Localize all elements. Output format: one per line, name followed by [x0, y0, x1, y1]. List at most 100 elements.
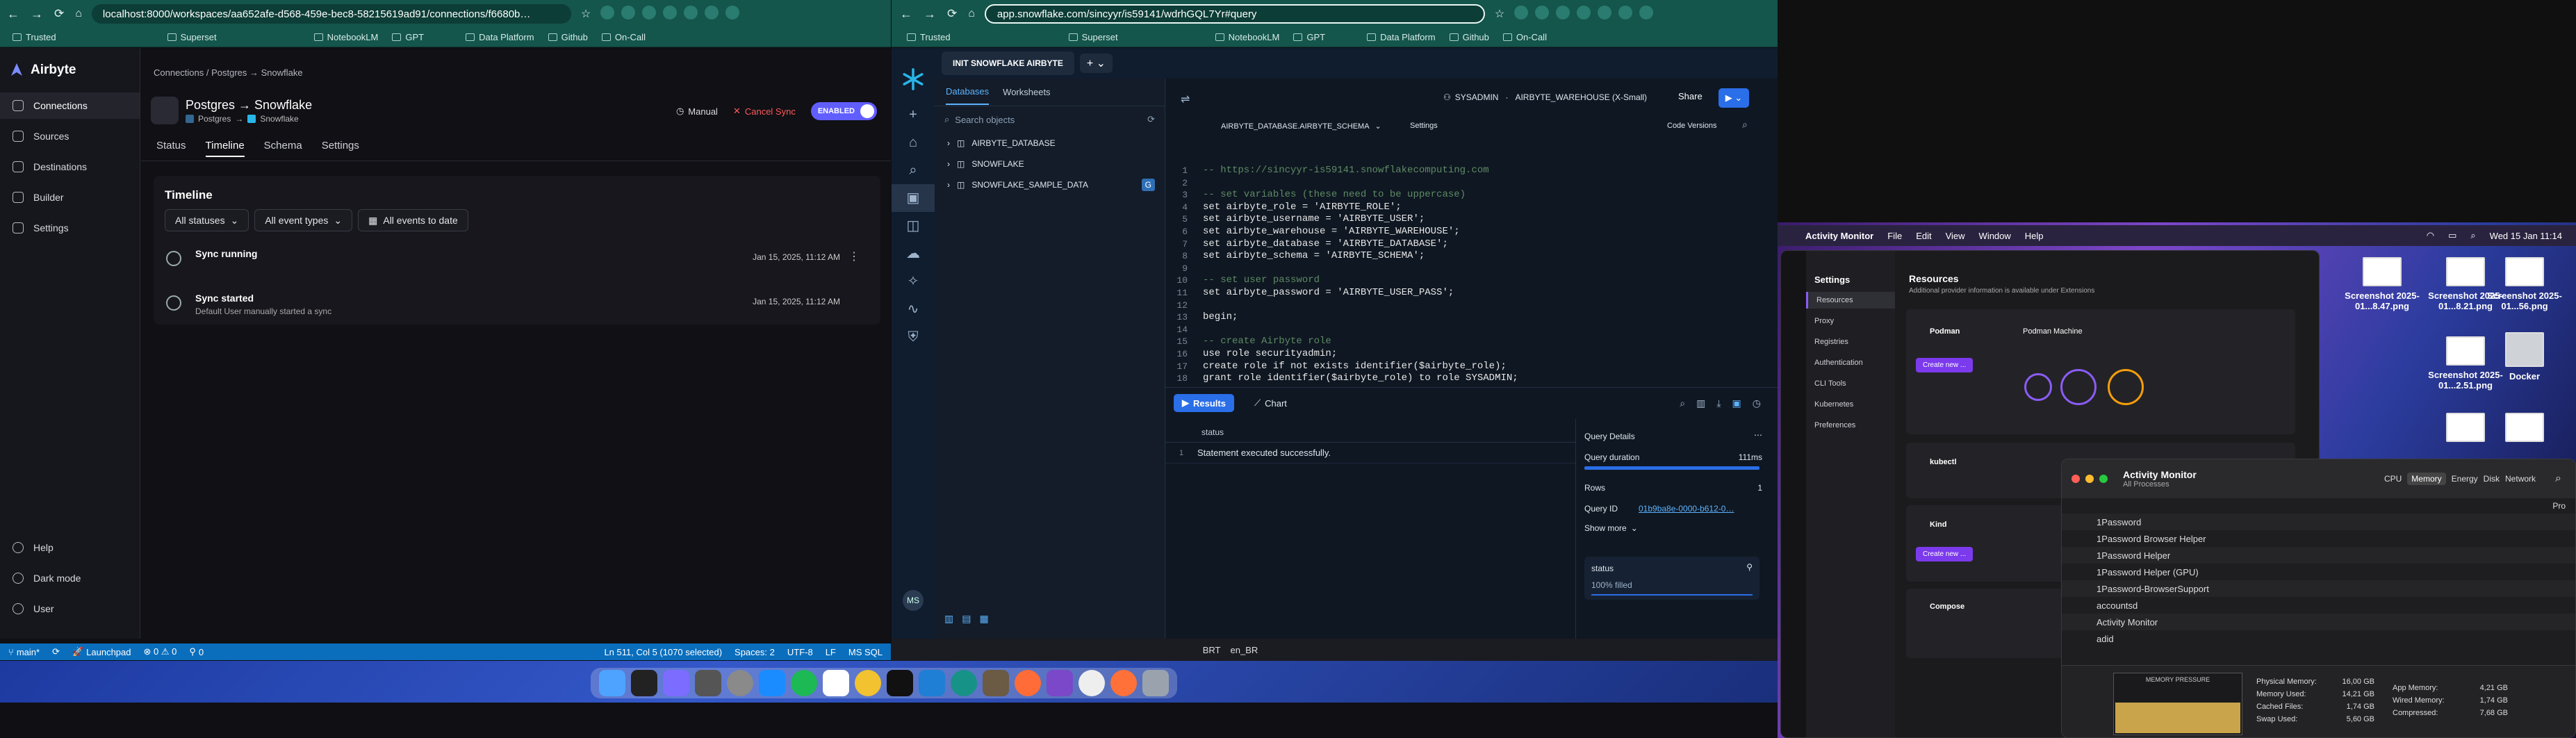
tab-settings[interactable]: Settings — [322, 140, 359, 151]
encoding[interactable]: UTF-8 — [787, 647, 813, 657]
filter-date-range[interactable]: ▦ All events to date — [358, 209, 468, 231]
create-new-button[interactable]: Create new ... — [1916, 547, 1974, 561]
translate-icon[interactable]: G — [1141, 179, 1155, 191]
app-icon[interactable] — [1078, 670, 1105, 696]
menu-edit[interactable]: Edit — [1916, 231, 1931, 241]
pin-icon[interactable]: ⚲ — [1746, 562, 1753, 572]
plus-icon[interactable]: + — [892, 101, 935, 129]
db-item[interactable]: › ◫ SNOWFLAKE_SAMPLE_DATA G — [935, 174, 1165, 195]
keyboard-locale[interactable]: en_BR — [1231, 645, 1258, 655]
launchpad[interactable]: 🚀 Launchpad — [72, 646, 131, 657]
columns-icon[interactable]: ▥ — [1696, 397, 1705, 409]
right-url-bar[interactable]: app.snowflake.com/sincyyr/is59141/wdrhGQ… — [984, 4, 1485, 24]
tab-worksheets[interactable]: Worksheets — [1003, 87, 1050, 97]
refresh-icon[interactable]: ⟳ — [1147, 114, 1155, 125]
home-icon[interactable]: ⌂ — [968, 8, 975, 20]
bookmark-github[interactable]: Github — [548, 32, 588, 42]
bookmark-superset[interactable]: Superset — [1068, 32, 1118, 42]
clock[interactable]: Wed 15 Jan 11:14 — [2490, 231, 2562, 241]
indentation[interactable]: Spaces: 2 — [735, 647, 775, 657]
settings-item-proxy[interactable]: Proxy — [1806, 309, 1895, 329]
process-row[interactable]: Activity Monitor — [2062, 614, 2575, 630]
shield-icon[interactable]: ⛨ — [892, 323, 935, 351]
vscode-icon[interactable] — [919, 670, 945, 696]
process-row[interactable]: accountsd — [2062, 597, 2575, 614]
back-icon[interactable]: ← — [7, 7, 19, 22]
tab-energy[interactable]: Energy — [2452, 474, 2478, 484]
cursor-position[interactable]: Ln 511, Col 5 (1070 selected) — [604, 647, 722, 657]
close-icon[interactable] — [2072, 475, 2080, 483]
tab-timeline[interactable]: Timeline — [205, 140, 245, 157]
battery-icon[interactable]: ▭ — [2448, 230, 2456, 241]
ports-count[interactable]: ⚲ 0 — [189, 646, 204, 657]
trash-icon[interactable] — [1142, 670, 1169, 696]
language-mode[interactable]: MS SQL — [848, 647, 883, 657]
bookmark-oncall[interactable]: On-Call — [601, 32, 646, 42]
nav-user[interactable]: User — [0, 596, 140, 622]
tab-disk[interactable]: Disk — [2484, 474, 2500, 484]
star-icon[interactable]: ☆ — [1495, 7, 1504, 21]
history-icon[interactable]: ◷ — [1753, 397, 1761, 409]
home-icon[interactable]: ⌂ — [892, 129, 935, 156]
chart-tab[interactable]: ⟋ Chart — [1254, 397, 1287, 409]
user-avatar[interactable]: MS — [903, 590, 924, 611]
panel-split-icon[interactable]: ▦ — [979, 613, 988, 625]
problems-count[interactable]: ⊗ 0 ⚠ 0 — [144, 646, 177, 657]
monitor-icon[interactable]: ∿ — [892, 295, 935, 323]
process-row[interactable]: 1Password Helper (GPU) — [2062, 564, 2575, 580]
iterm-icon[interactable] — [887, 670, 913, 696]
sync-icon[interactable]: ⟳ — [52, 646, 60, 657]
dbeaver-icon[interactable] — [983, 670, 1009, 696]
cancel-sync-button[interactable]: ✕ Cancel Sync — [733, 106, 796, 117]
code-editor[interactable]: 1 -- https://sincyyr-is59141.snowflakecom… — [1165, 134, 1778, 387]
launchpad-icon[interactable] — [663, 670, 689, 696]
eol[interactable]: LF — [826, 647, 836, 657]
tab-network[interactable]: Network — [2505, 474, 2536, 484]
process-row[interactable]: 1Password — [2062, 514, 2575, 530]
tab-status[interactable]: Status — [156, 140, 186, 151]
tab-databases[interactable]: Databases — [946, 79, 990, 105]
slack-icon[interactable] — [823, 670, 849, 696]
search-icon[interactable]: ⌕ — [892, 156, 935, 184]
back-icon[interactable]: ← — [900, 7, 912, 22]
filter-event-types[interactable]: All event types ⌄ — [254, 209, 353, 231]
terminal-icon[interactable] — [631, 670, 657, 696]
menu-file[interactable]: File — [1887, 231, 1902, 241]
settings-item-registries[interactable]: Registries — [1806, 329, 1895, 350]
database-icon[interactable]: ◫ — [892, 212, 935, 240]
bookmark-notebooklm[interactable]: NotebookLM — [313, 32, 378, 42]
nav-dark-mode[interactable]: Dark mode — [0, 565, 140, 591]
results-tab[interactable]: ▶ Results — [1174, 394, 1234, 412]
settings-item-kubernetes[interactable]: Kubernetes — [1806, 392, 1895, 413]
settings-item-preferences[interactable]: Preferences — [1806, 413, 1895, 434]
branch-label[interactable]: ⑂ main* — [8, 647, 40, 657]
add-tab-button[interactable]: + ⌄ — [1079, 54, 1113, 73]
share-button[interactable]: Share — [1678, 91, 1703, 101]
forward-icon[interactable]: → — [31, 7, 43, 22]
search-icon[interactable]: ⌕ — [2470, 230, 2475, 241]
search-icon[interactable]: ⌕ — [1742, 119, 1748, 131]
filter-icon[interactable]: ⇌ — [1181, 92, 1190, 106]
nav-builder[interactable]: Builder — [0, 184, 140, 211]
nav-connections[interactable]: Connections — [0, 92, 140, 119]
minimize-icon[interactable] — [2085, 475, 2094, 483]
nav-destinations[interactable]: Destinations — [0, 154, 140, 180]
firefox-icon[interactable] — [1110, 670, 1137, 696]
search-icon[interactable]: ⌕ — [2555, 473, 2561, 485]
more-options-icon[interactable]: ⋮ — [848, 249, 860, 263]
reload-icon[interactable]: ⟳ — [947, 7, 957, 21]
desktop-file[interactable] — [2479, 413, 2570, 446]
filter-statuses[interactable]: All statuses ⌄ — [165, 209, 249, 231]
nav-sources[interactable]: Sources — [0, 123, 140, 149]
chrome-icon[interactable] — [855, 670, 881, 696]
menu-window[interactable]: Window — [1979, 231, 2011, 241]
bookmark-github[interactable]: Github — [1449, 32, 1489, 42]
podman-icon[interactable] — [1047, 670, 1073, 696]
menu-view[interactable]: View — [1946, 231, 1965, 241]
app-name[interactable]: Activity Monitor — [1805, 231, 1873, 241]
role-selector[interactable]: ⚇ SYSADMIN — [1443, 92, 1498, 102]
gitkraken-icon[interactable] — [951, 670, 977, 696]
process-row[interactable]: adid — [2062, 630, 2575, 647]
settings-item-cli-tools[interactable]: CLI Tools — [1806, 371, 1895, 392]
tab-memory[interactable]: Memory — [2407, 473, 2446, 485]
